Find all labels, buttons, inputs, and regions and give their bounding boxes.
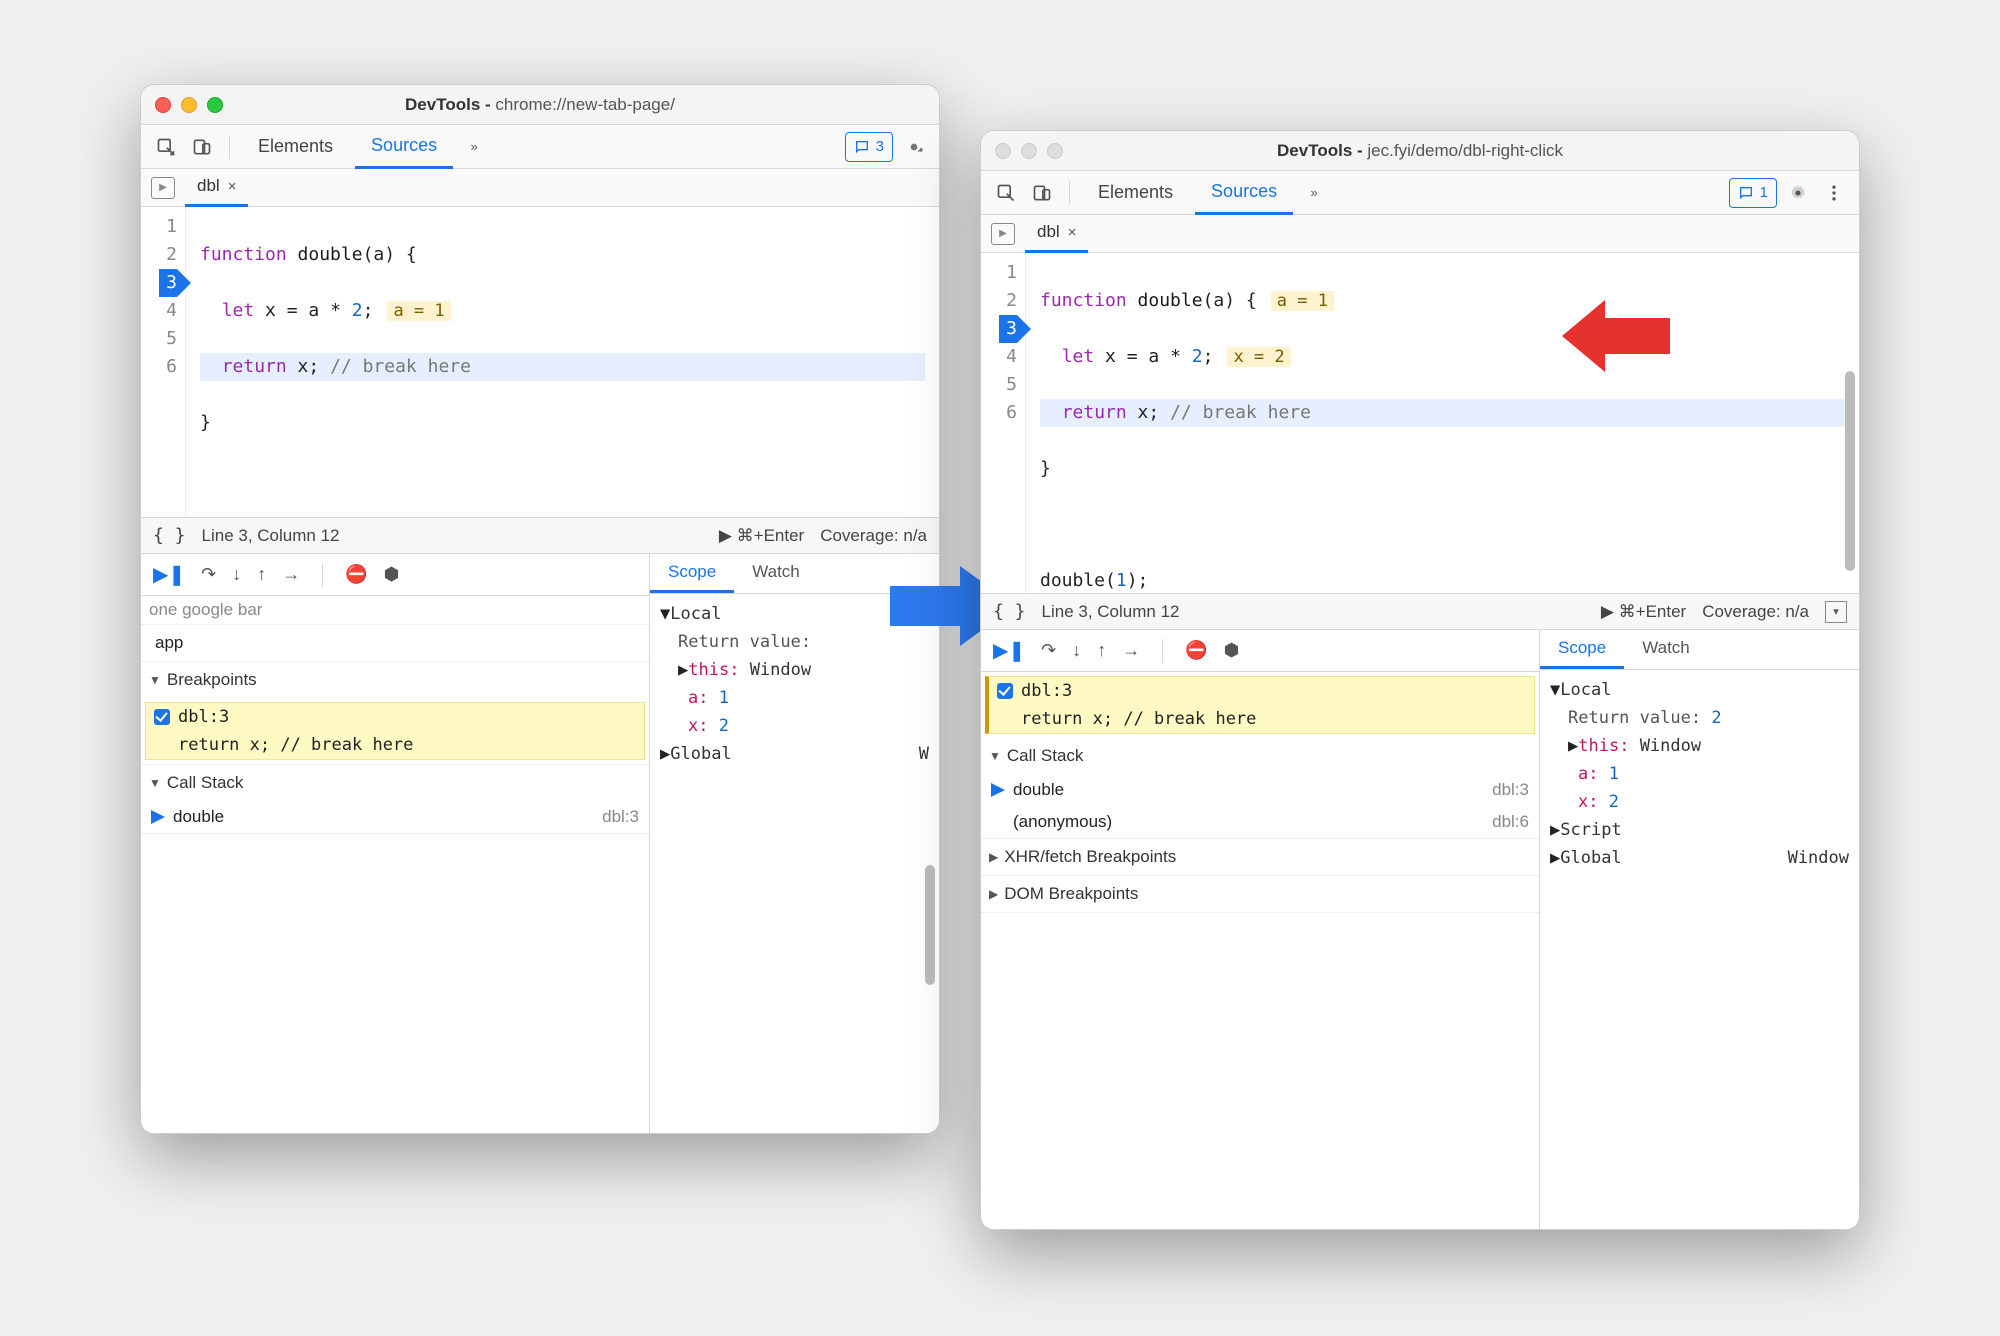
settings-icon[interactable]: [1783, 178, 1813, 208]
breakpoint-item[interactable]: dbl:3 return x; // break here: [145, 702, 645, 760]
step-into-icon[interactable]: ↓: [232, 564, 241, 585]
tab-sources[interactable]: Sources: [1195, 171, 1293, 215]
panel-tabbar: Elements Sources » 3: [141, 125, 939, 169]
step-out-icon[interactable]: ↑: [1097, 640, 1106, 661]
file-tabs: dbl×: [141, 169, 939, 207]
close-tab-icon[interactable]: ×: [1068, 224, 1077, 241]
debugger-lower: ▶❚ ↷ ↓ ↑ → ⛔ ⬢ one google bar app ▼Break…: [141, 553, 939, 1133]
tab-elements[interactable]: Elements: [242, 125, 349, 169]
tab-scope[interactable]: Scope: [650, 554, 734, 593]
callstack-header[interactable]: ▼Call Stack: [141, 765, 649, 801]
debugger-lower: ▶❚ ↷ ↓ ↑ → ⛔ ⬢ dbl:3 return x; // break …: [981, 629, 1859, 1229]
pretty-print-icon[interactable]: { }: [993, 601, 1026, 622]
editor-statusbar: { } Line 3, Column 12 ▶ ⌘+Enter Coverage…: [141, 517, 939, 553]
separator: [229, 135, 230, 159]
titlebar[interactable]: DevTools - chrome://new-tab-page/: [141, 85, 939, 125]
run-hint: ▶ ⌘+Enter: [1601, 602, 1686, 622]
line-gutter[interactable]: 123456: [141, 207, 186, 517]
inspect-icon[interactable]: [151, 132, 181, 162]
callstack-header[interactable]: ▼Call Stack: [981, 738, 1539, 774]
step-over-icon[interactable]: ↷: [201, 564, 216, 585]
file-tab-dbl[interactable]: dbl×: [185, 169, 248, 207]
scrollbar[interactable]: [925, 865, 935, 985]
cursor-position: Line 3, Column 12: [1042, 602, 1180, 622]
inline-value-a: a = 1: [387, 301, 450, 321]
pretty-print-icon[interactable]: { }: [153, 525, 186, 546]
step-into-icon[interactable]: ↓: [1072, 640, 1081, 661]
more-tabs-icon[interactable]: »: [1299, 178, 1329, 208]
callstack-row[interactable]: doubledbl:3: [981, 774, 1539, 806]
file-tab-dbl[interactable]: dbl×: [1025, 215, 1088, 253]
run-hint: ▶ ⌘+Enter: [719, 526, 804, 546]
cursor-position: Line 3, Column 12: [202, 526, 340, 546]
step-out-icon[interactable]: ↑: [257, 564, 266, 585]
window-title: DevTools - chrome://new-tab-page/: [141, 95, 939, 115]
coverage-status: Coverage: n/a: [1702, 602, 1809, 622]
navigator-toggle-icon[interactable]: [151, 177, 175, 199]
devtools-window-left: DevTools - chrome://new-tab-page/ Elemen…: [140, 84, 940, 1134]
tab-elements[interactable]: Elements: [1082, 171, 1189, 215]
more-tabs-icon[interactable]: »: [459, 132, 489, 162]
xhr-breakpoints-header[interactable]: ▶XHR/fetch Breakpoints: [981, 839, 1539, 875]
dom-breakpoints-header[interactable]: ▶DOM Breakpoints: [981, 876, 1539, 912]
kebab-menu-icon[interactable]: [1819, 178, 1849, 208]
tab-sources[interactable]: Sources: [355, 125, 453, 169]
step-icon[interactable]: →: [1122, 640, 1140, 661]
device-toggle-icon[interactable]: [1027, 178, 1057, 208]
panel-tabbar: Elements Sources » 1: [981, 171, 1859, 215]
window-title: DevTools - jec.fyi/demo/dbl-right-click: [981, 141, 1859, 161]
callstack-row[interactable]: doubledbl:3: [141, 801, 649, 833]
editor[interactable]: 123456 function double(a) { let x = a * …: [141, 207, 939, 517]
breakpoint-item[interactable]: dbl:3 return x; // break here: [985, 676, 1535, 734]
inline-value-x: x = 2: [1227, 347, 1290, 367]
list-app[interactable]: app: [141, 625, 649, 662]
tab-scope[interactable]: Scope: [1540, 630, 1624, 669]
deactivate-breakpoints-icon[interactable]: ⛔: [1185, 640, 1207, 661]
resume-icon[interactable]: ▶❚: [993, 638, 1025, 663]
coverage-status: Coverage: n/a: [820, 526, 927, 546]
devtools-window-right: DevTools - jec.fyi/demo/dbl-right-click …: [980, 130, 1860, 1230]
code-area[interactable]: function double(a) {a = 1 let x = a * 2;…: [1026, 253, 1859, 593]
editor-statusbar: { } Line 3, Column 12 ▶ ⌘+Enter Coverage…: [981, 593, 1859, 629]
breakpoint-checkbox[interactable]: [154, 709, 170, 725]
code-area[interactable]: function double(a) { let x = a * 2;a = 1…: [186, 207, 939, 517]
issues-badge[interactable]: 3: [845, 132, 893, 162]
sidebar-toggle-icon[interactable]: ▾: [1825, 601, 1847, 623]
callstack-row[interactable]: (anonymous)dbl:6: [981, 806, 1539, 838]
debug-toolbar: ▶❚ ↷ ↓ ↑ → ⛔ ⬢: [141, 554, 649, 596]
editor[interactable]: 123456 function double(a) {a = 1 let x =…: [981, 253, 1859, 593]
breakpoints-header[interactable]: ▼Breakpoints: [141, 662, 649, 698]
tab-watch[interactable]: Watch: [734, 554, 818, 593]
resume-icon[interactable]: ▶❚: [153, 562, 185, 587]
issues-badge[interactable]: 1: [1729, 178, 1777, 208]
callout-arrow-icon: [1560, 298, 1670, 378]
inline-value-a: a = 1: [1271, 291, 1334, 311]
pause-on-exceptions-icon[interactable]: ⬢: [384, 564, 400, 585]
scrollbar[interactable]: [1845, 371, 1855, 571]
titlebar[interactable]: DevTools - jec.fyi/demo/dbl-right-click: [981, 131, 1859, 171]
pause-on-exceptions-icon[interactable]: ⬢: [1224, 640, 1240, 661]
line-gutter[interactable]: 123456: [981, 253, 1026, 593]
step-icon[interactable]: →: [282, 564, 300, 585]
navigator-toggle-icon[interactable]: [991, 223, 1015, 245]
settings-icon[interactable]: [899, 132, 929, 162]
step-over-icon[interactable]: ↷: [1041, 640, 1056, 661]
tab-watch[interactable]: Watch: [1624, 630, 1708, 669]
inspect-icon[interactable]: [991, 178, 1021, 208]
device-toggle-icon[interactable]: [187, 132, 217, 162]
close-tab-icon[interactable]: ×: [228, 178, 237, 195]
scope-pane: Scope Watch ▼Local Return value: 2 ▶this…: [1539, 630, 1859, 1229]
breakpoint-checkbox[interactable]: [997, 683, 1013, 699]
file-tabs: dbl×: [981, 215, 1859, 253]
deactivate-breakpoints-icon[interactable]: ⛔: [345, 564, 367, 585]
debug-toolbar: ▶❚ ↷ ↓ ↑ → ⛔ ⬢: [981, 630, 1539, 672]
